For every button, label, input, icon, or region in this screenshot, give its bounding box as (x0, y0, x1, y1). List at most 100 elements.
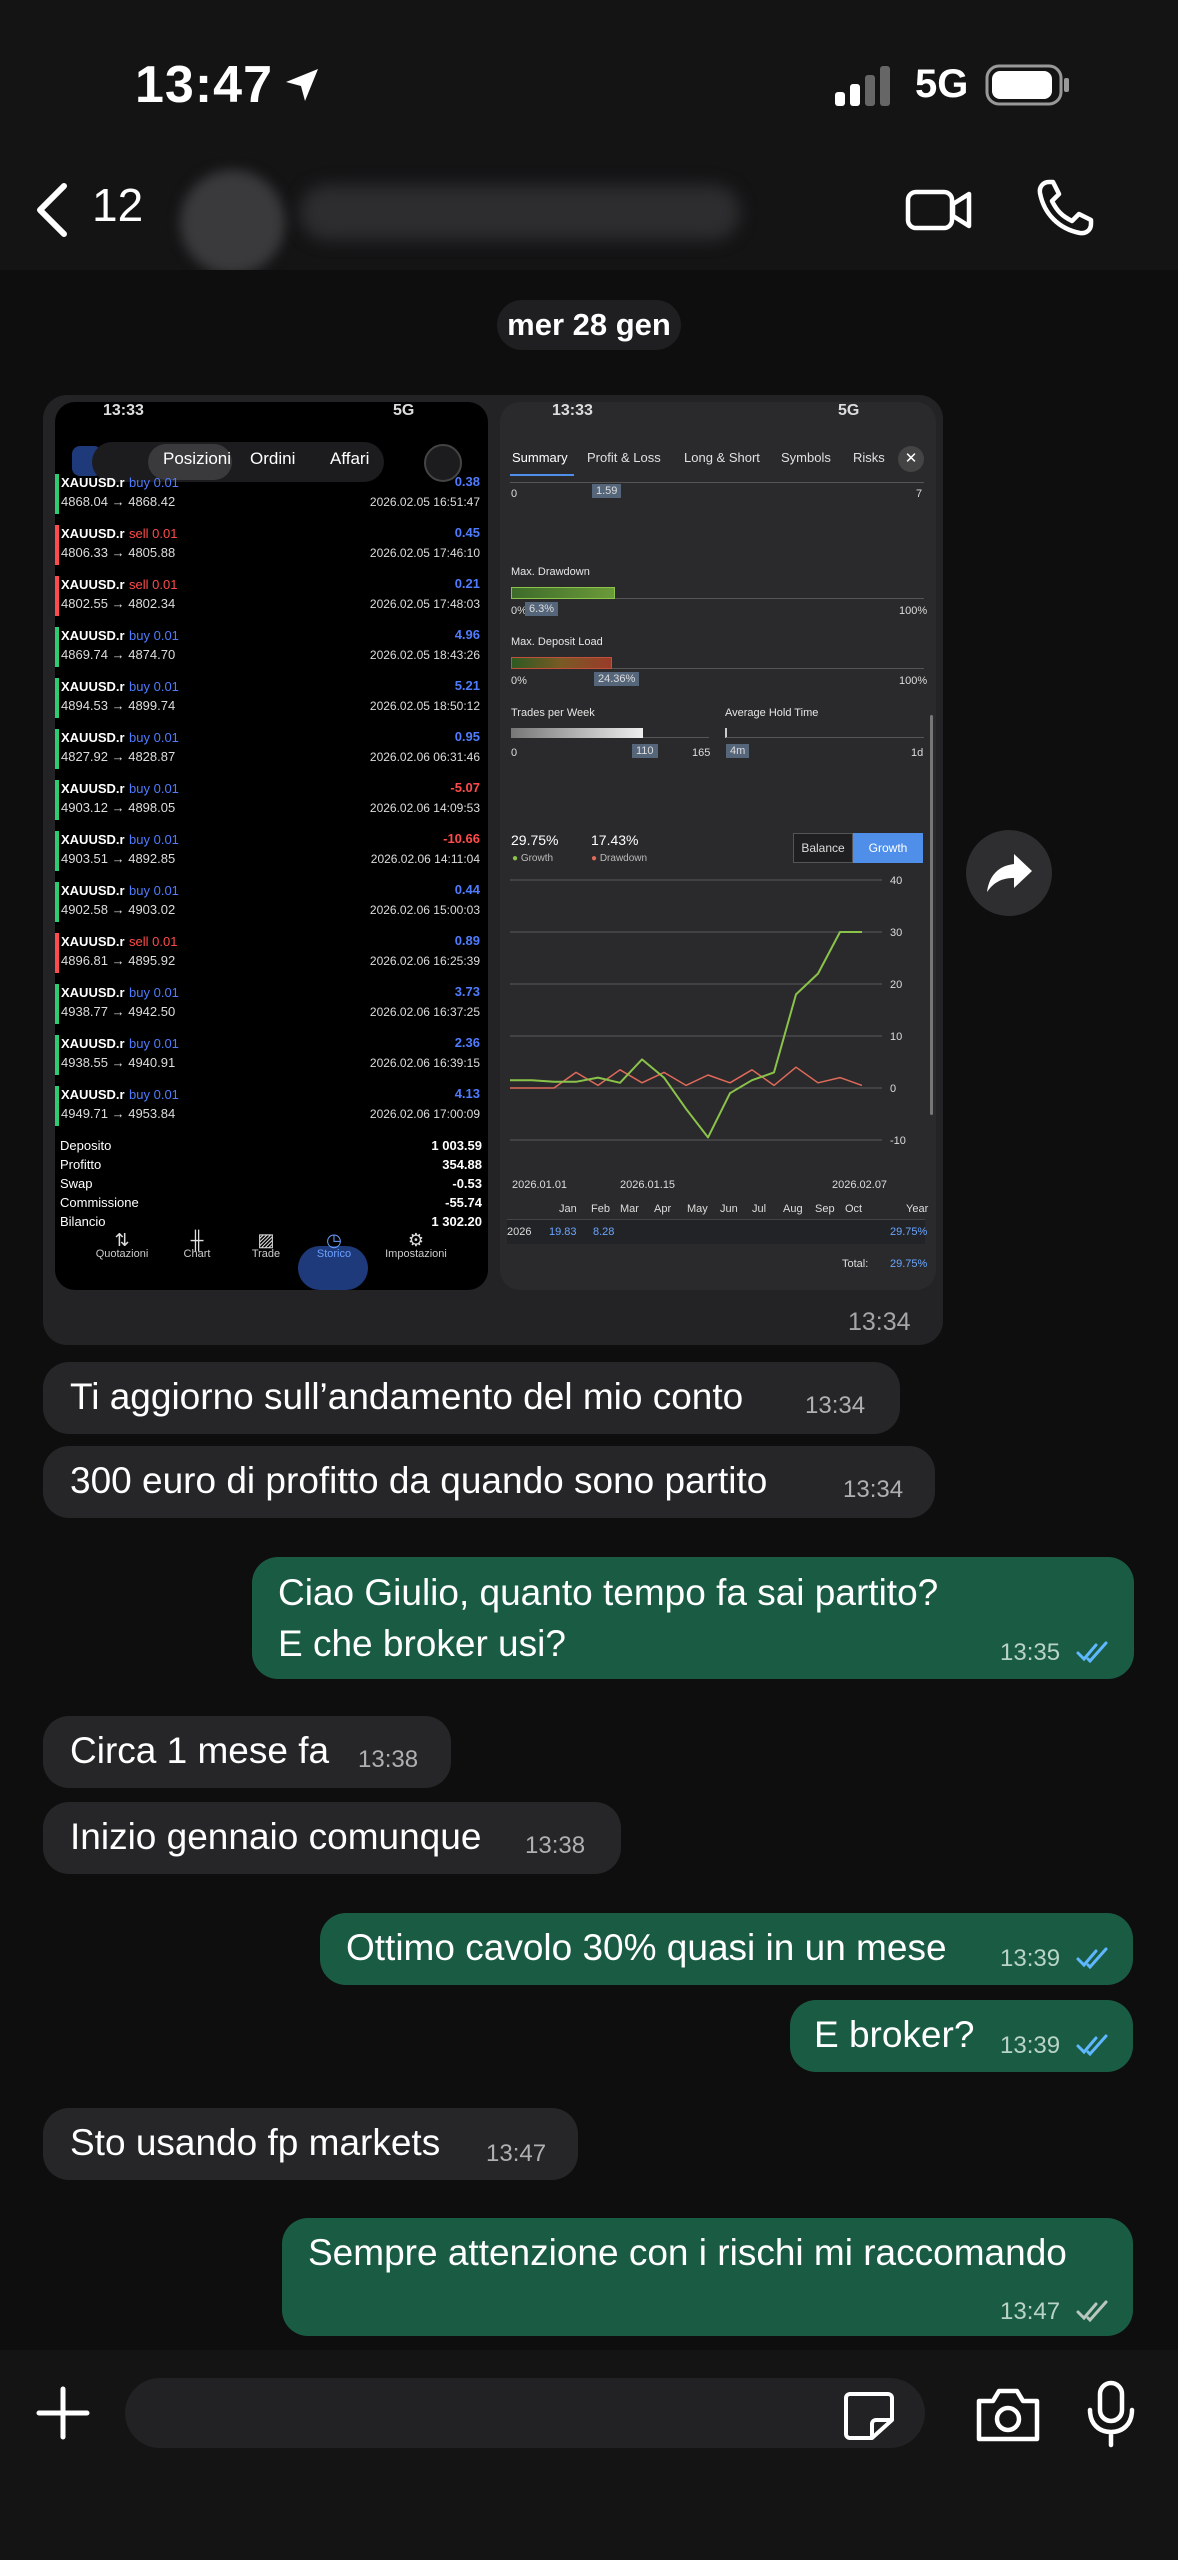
trade-side: sell 0.01 (129, 934, 178, 949)
nav-storico[interactable]: Storico (294, 1248, 374, 1260)
right-shot-status-time: 13:33 (552, 402, 593, 419)
jan-growth: 19.83 (549, 1226, 577, 1238)
top-scale-max: 7 (916, 488, 923, 500)
tab-profit-loss[interactable]: Profit & Loss (587, 450, 661, 465)
trade-row[interactable]: XAUUSD.r buy 0.01 4949.71 → 4953.84 4.13 20… (58, 1080, 486, 1131)
trade-row[interactable]: XAUUSD.r buy 0.01 4869.74 → 4874.70 4.96 20… (58, 621, 486, 672)
trade-row[interactable]: XAUUSD.r sell 0.01 4806.33 → 4805.88 0.45 2… (58, 519, 486, 570)
microphone-icon[interactable] (1085, 2380, 1137, 2448)
average-hold-time-label: Average Hold Time (725, 707, 819, 719)
trade-symbol-line: XAUUSD.r buy 0.01 (61, 474, 179, 492)
year-column-label: Year (906, 1203, 929, 1215)
outgoing-message[interactable]: E broker? 13:39 (790, 2000, 1133, 2072)
growth-legend-label: Growth (520, 853, 554, 864)
status-time: 13:47 (135, 55, 321, 115)
message-text: Inizio gennaio comunque (70, 1816, 482, 1857)
trade-row[interactable]: XAUUSD.r buy 0.01 4902.58 → 4903.02 0.44 20… (58, 876, 486, 927)
forward-button[interactable] (966, 830, 1052, 916)
outgoing-message[interactable]: Ciao Giulio, quanto tempo fa sai partito… (252, 1557, 1134, 1679)
growth-chart: 40 30 20 10 0 -10 2026.01.01 2026.01.15 2026.02.… (510, 875, 906, 1191)
trade-symbol: XAUUSD.r (61, 628, 125, 643)
left-shot-status-net: 5G (393, 402, 415, 419)
message-time: 13:34 (805, 1392, 866, 1419)
trade-side: buy 0.01 (129, 628, 179, 643)
trade-row[interactable]: XAUUSD.r buy 0.01 4868.04 → 4868.42 0.38 20… (58, 468, 486, 519)
max-deposit-load-label: Max. Deposit Load (511, 636, 603, 648)
incoming-message[interactable]: Inizio gennaio comunque 13:38 (43, 1802, 621, 1874)
outgoing-message[interactable]: Ottimo cavolo 30% quasi in un mese 13:39 (320, 1913, 1133, 1985)
trade-row[interactable]: XAUUSD.r buy 0.01 4903.51 → 4892.85 -10.66… (58, 825, 486, 876)
sticker-icon[interactable] (842, 2390, 896, 2442)
tab-symbols[interactable]: Symbols (781, 450, 831, 465)
trade-datetime: 2026.02.05 17:46:10 (369, 546, 480, 560)
trades-per-week-max: 165 (692, 747, 711, 759)
plus-icon[interactable] (35, 2385, 91, 2441)
tab-affari[interactable]: Affari (330, 449, 369, 469)
summary-value: -0.53 (452, 1176, 482, 1191)
trade-side: sell 0.01 (129, 526, 178, 541)
tab-posizioni[interactable]: Posizioni (163, 449, 231, 469)
growth-legend-dot: ● (512, 853, 521, 864)
year-growth: 29.75% (890, 1226, 928, 1238)
message-text-line2: E che broker usi? (278, 1623, 566, 1664)
months-header-row: Jan Feb Mar Apr May Jun Jul Aug Sep Oct … (507, 1200, 929, 1220)
video-call-icon[interactable] (905, 180, 973, 240)
trade-row[interactable]: XAUUSD.r sell 0.01 4896.81 → 4895.92 0.89 2… (58, 927, 486, 978)
trade-profit: 0.38 (454, 474, 480, 489)
tab-long-short[interactable]: Long & Short (684, 450, 760, 465)
incoming-message[interactable]: Circa 1 mese fa 13:38 (43, 1716, 451, 1788)
trade-prices: 4827.92 → 4828.87 (61, 749, 176, 764)
incoming-message[interactable]: 300 euro di profitto da quando sono part… (43, 1446, 935, 1518)
month-label: Mar (620, 1203, 639, 1215)
drawdown-legend-dot: ● (591, 853, 600, 864)
contact-avatar[interactable] (180, 170, 285, 275)
trade-symbol: XAUUSD.r (61, 1036, 125, 1051)
top-scale-line (510, 482, 924, 483)
trades-per-week-min: 0 (511, 747, 518, 759)
unread-count[interactable]: 12 (92, 178, 143, 232)
trade-datetime: 2026.02.05 16:51:47 (369, 495, 480, 509)
nav-impostazioni[interactable]: Impostazioni (376, 1248, 456, 1260)
scrollbar[interactable] (930, 715, 933, 1115)
phone-call-icon[interactable] (1035, 178, 1095, 238)
max-deposit-load-min: 0% (511, 675, 527, 687)
tab-summary[interactable]: Summary (512, 450, 568, 465)
toggle-balance[interactable]: Balance (793, 833, 853, 863)
contact-name-blurred[interactable] (300, 185, 740, 240)
y-tick-label: -10 (890, 1135, 906, 1147)
trades-per-week-value: 110 (632, 744, 658, 758)
nav-chart[interactable]: Chart (157, 1248, 237, 1260)
incoming-message[interactable]: Ti aggiorno sull’andamento del mio conto… (43, 1362, 900, 1434)
trade-datetime: 2026.02.05 18:50:12 (369, 699, 480, 713)
tab-ordini[interactable]: Ordini (250, 449, 295, 469)
camera-icon[interactable] (975, 2385, 1041, 2443)
message-time: 13:34 (843, 1476, 904, 1503)
message-text: Sempre attenzione con i rischi mi raccom… (308, 2232, 1067, 2273)
nav-quotazioni[interactable]: Quotazioni (82, 1248, 162, 1260)
trade-symbol-line: XAUUSD.r sell 0.01 (61, 576, 177, 594)
trade-row[interactable]: XAUUSD.r buy 0.01 4938.77 → 4942.50 3.73 20… (58, 978, 486, 1029)
tab-risks[interactable]: Risks (853, 450, 885, 465)
message-input[interactable] (125, 2378, 925, 2448)
trade-row[interactable]: XAUUSD.r buy 0.01 4827.92 → 4828.87 0.95 20… (58, 723, 486, 774)
message-time: 13:47 (1000, 2298, 1061, 2325)
back-chevron-icon[interactable] (30, 180, 80, 240)
trade-side: buy 0.01 (129, 730, 179, 745)
trade-symbol-line: XAUUSD.r buy 0.01 (61, 882, 179, 900)
max-drawdown-max: 100% (899, 605, 928, 617)
battery-icon (985, 64, 1069, 106)
outgoing-message[interactable]: Sempre attenzione con i rischi mi raccom… (282, 2218, 1133, 2336)
trade-row[interactable]: XAUUSD.r buy 0.01 4938.55 → 4940.91 2.36 20… (58, 1029, 486, 1080)
toggle-growth[interactable]: Growth (853, 833, 923, 863)
trade-symbol-line: XAUUSD.r buy 0.01 (61, 1086, 179, 1104)
trade-row[interactable]: XAUUSD.r sell 0.01 4802.55 → 4802.34 0.21 2… (58, 570, 486, 621)
trade-row[interactable]: XAUUSD.r buy 0.01 4903.12 → 4898.05 -5.07 2… (58, 774, 486, 825)
incoming-message[interactable]: Sto usando fp markets 13:47 (43, 2108, 578, 2180)
trade-prices: 4802.55 → 4802.34 (61, 596, 176, 611)
average-hold-time-max: 1d (911, 747, 924, 759)
trade-profit: 0.21 (454, 576, 480, 591)
trade-profit: 4.13 (454, 1086, 480, 1101)
trade-row[interactable]: XAUUSD.r buy 0.01 4894.53 → 4899.74 5.21 20… (58, 672, 486, 723)
close-icon[interactable]: ✕ (898, 446, 924, 472)
summary-label: Swap (60, 1176, 93, 1191)
